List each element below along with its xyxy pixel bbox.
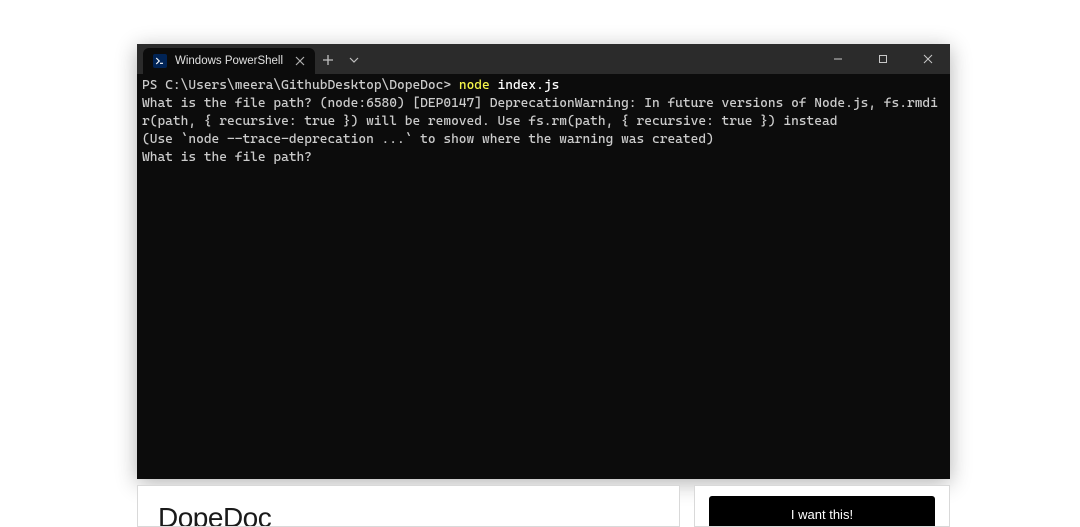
- command-node: node: [459, 78, 490, 93]
- command-args: index.js: [490, 78, 560, 93]
- output-line-1: What is the file path? (node:6580) [DEP0…: [142, 96, 938, 129]
- titlebar-right: [815, 44, 950, 74]
- tab-powershell[interactable]: Windows PowerShell: [143, 48, 315, 74]
- i-want-this-button[interactable]: I want this!: [709, 496, 935, 527]
- new-tab-button[interactable]: [315, 46, 341, 74]
- purchase-panel: I want this!: [694, 485, 950, 527]
- tab-close-button[interactable]: [291, 52, 309, 70]
- product-title: DopeDoc: [158, 502, 271, 527]
- minimize-button[interactable]: [815, 44, 860, 74]
- output-line-3: What is the file path?: [142, 150, 312, 165]
- output-line-2: (Use `node --trace-deprecation ...` to s…: [142, 132, 714, 147]
- prompt-suffix: >: [443, 78, 458, 93]
- tab-dropdown-button[interactable]: [341, 46, 367, 74]
- tab-title: Windows PowerShell: [175, 55, 283, 67]
- close-window-button[interactable]: [905, 44, 950, 74]
- powershell-icon: [153, 54, 167, 68]
- terminal-window: Windows PowerShell PS C:\Use: [137, 44, 950, 479]
- maximize-button[interactable]: [860, 44, 905, 74]
- prompt-prefix: PS: [142, 78, 165, 93]
- page-bottom-panels: DopeDoc I want this!: [137, 485, 950, 527]
- prompt-cwd: C:\Users\meera\GithubDesktop\DopeDoc: [165, 78, 443, 93]
- product-panel: DopeDoc: [137, 485, 680, 527]
- terminal-output[interactable]: PS C:\Users\meera\GithubDesktop\DopeDoc>…: [137, 74, 950, 479]
- titlebar-left: Windows PowerShell: [137, 44, 367, 74]
- window-titlebar[interactable]: Windows PowerShell: [137, 44, 950, 74]
